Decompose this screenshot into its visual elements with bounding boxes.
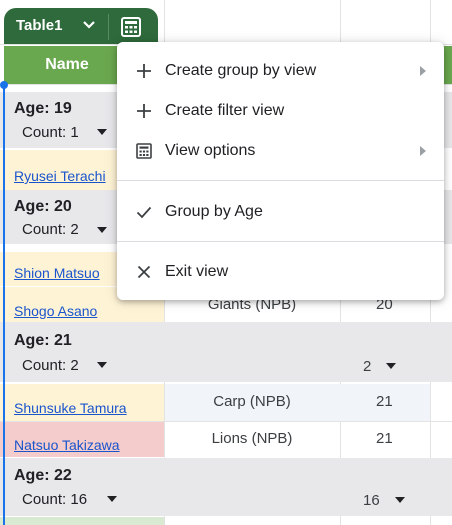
- menu-item-label: Create filter view: [165, 102, 284, 120]
- group-count[interactable]: Count: 2: [22, 357, 79, 374]
- group-summary-value[interactable]: 2: [363, 358, 371, 375]
- name-link[interactable]: Ryusei Terachi: [14, 168, 106, 184]
- menu-item-create-group-by-view[interactable]: Create group by view: [117, 51, 444, 91]
- group-title: Age: 20: [14, 198, 72, 216]
- menu-divider: [117, 241, 444, 242]
- menu-item-label: Group by Age: [165, 203, 263, 221]
- group-count[interactable]: Count: 2: [22, 221, 79, 238]
- submenu-arrow-icon: [420, 66, 426, 76]
- name-link[interactable]: Shion Matsuo: [14, 265, 100, 281]
- menu-item-label: View options: [165, 142, 255, 160]
- menu-item-create-filter-view[interactable]: Create filter view: [117, 91, 444, 131]
- column-header-label: Name: [4, 56, 130, 74]
- menu-item-exit-view[interactable]: Exit view: [117, 252, 444, 292]
- dropdown-arrow-icon[interactable]: [97, 227, 107, 233]
- plus-icon: [135, 102, 153, 120]
- menu-item-label: Create group by view: [165, 62, 316, 80]
- table-options-menu: Create group by view Create filter view …: [117, 42, 444, 300]
- chevron-down-icon[interactable]: [82, 20, 96, 30]
- menu-item-group-by-age[interactable]: Group by Age: [117, 192, 444, 232]
- team-cell[interactable]: Lions (NPB): [182, 430, 322, 447]
- name-link[interactable]: Shogo Asano: [14, 303, 97, 319]
- dropdown-arrow-icon[interactable]: [395, 497, 405, 503]
- table-name[interactable]: Table1: [16, 17, 62, 34]
- group-title: Age: 21: [14, 332, 72, 350]
- chip-divider: [108, 14, 109, 40]
- close-icon: [135, 263, 153, 281]
- menu-item-view-options[interactable]: View options: [117, 131, 444, 171]
- group-title: Age: 22: [14, 467, 72, 485]
- group-title: Age: 19: [14, 100, 72, 118]
- dropdown-arrow-icon[interactable]: [97, 129, 107, 135]
- name-link[interactable]: Natsuo Takizawa: [14, 437, 120, 453]
- group-count[interactable]: Count: 1: [22, 124, 79, 141]
- plus-icon: [135, 62, 153, 80]
- table-settings-icon[interactable]: [120, 16, 142, 38]
- check-icon: [135, 203, 153, 221]
- menu-item-label: Exit view: [165, 263, 228, 281]
- dropdown-arrow-icon[interactable]: [97, 362, 107, 368]
- name-cell[interactable]: [0, 517, 164, 525]
- age-cell[interactable]: 21: [376, 430, 393, 447]
- group-count[interactable]: Count: 16: [22, 491, 87, 508]
- table-chip[interactable]: Table1: [4, 8, 158, 44]
- selection-border: [3, 85, 5, 525]
- dropdown-arrow-icon[interactable]: [386, 363, 396, 369]
- dropdown-arrow-icon[interactable]: [107, 496, 117, 502]
- age-cell[interactable]: 21: [376, 393, 393, 410]
- selection-handle[interactable]: [0, 81, 8, 89]
- team-cell[interactable]: Carp (NPB): [182, 393, 322, 410]
- menu-divider: [117, 180, 444, 181]
- view-options-icon: [135, 142, 153, 160]
- submenu-arrow-icon: [420, 146, 426, 156]
- name-link[interactable]: Shunsuke Tamura: [14, 400, 127, 416]
- group-summary-value[interactable]: 16: [363, 492, 380, 509]
